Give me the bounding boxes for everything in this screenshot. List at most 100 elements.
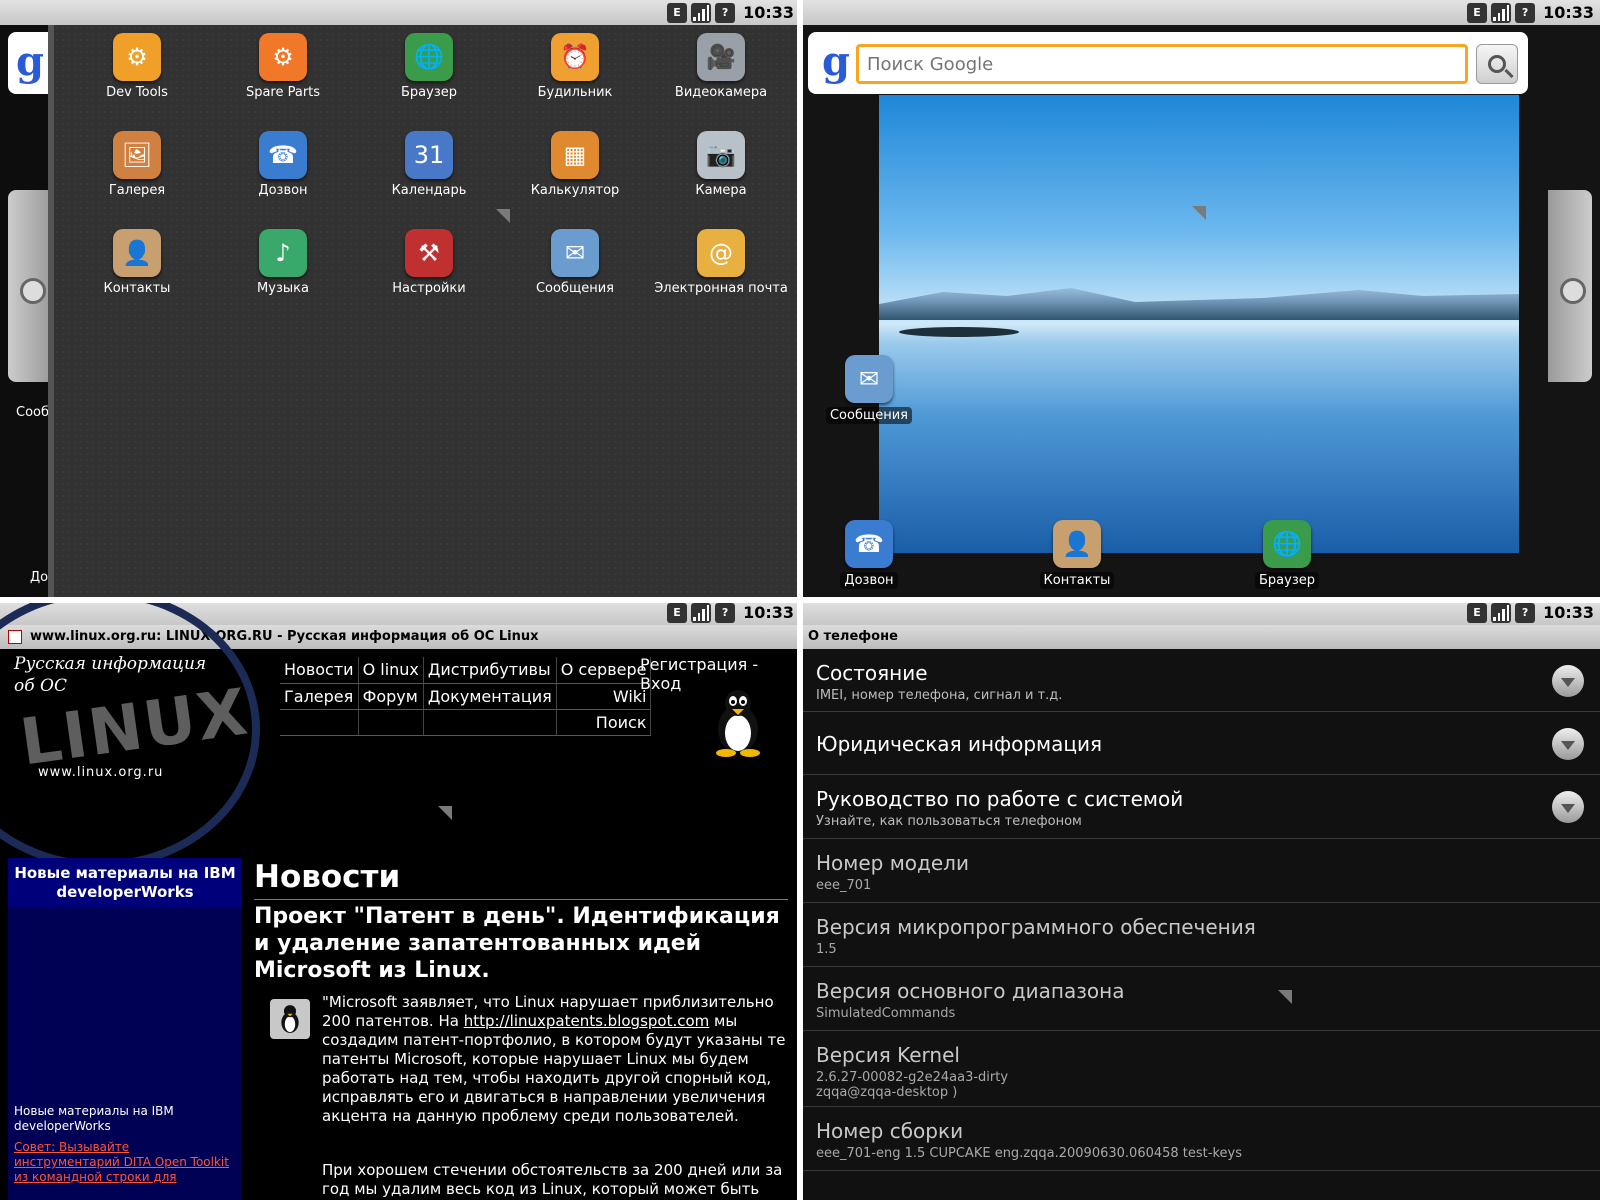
- music-icon: ♪: [259, 229, 307, 277]
- nav-link[interactable]: Документация: [423, 683, 557, 710]
- about-item[interactable]: Юридическая информация: [800, 712, 1600, 775]
- calendar-icon: 31: [405, 131, 453, 179]
- web-page[interactable]: Русская информация об ОС LINUX www.linux…: [0, 600, 800, 1200]
- calculator-icon: ▦: [551, 131, 599, 179]
- nav-link[interactable]: Галерея: [280, 683, 359, 710]
- status-bar: E ? 10:33: [800, 0, 1600, 25]
- app-gear-launcher[interactable]: ⚙ Dev Tools: [64, 25, 210, 123]
- app-music-launcher[interactable]: ♪ Музыка: [210, 221, 356, 319]
- about-item-summary-2: zqqa@zqqa-desktop ): [816, 1085, 958, 1100]
- status-bar: E ? 10:33: [800, 600, 1600, 625]
- app-contacts-launcher[interactable]: 👤 Контакты: [64, 221, 210, 319]
- news-heading: Новости: [254, 859, 401, 895]
- app-globe-launcher[interactable]: 🌐 Браузер: [356, 25, 502, 123]
- status-bar: E ? 10:33: [0, 0, 800, 25]
- about-item[interactable]: Версия Kernel 2.6.27-00082-g2e24aa3-dirty…: [800, 1031, 1600, 1107]
- app-alarm-clock-launcher[interactable]: ⏰ Будильник: [502, 25, 648, 123]
- about-item-summary: eee_701-eng 1.5 CUPCAKE eng.zqqa.2009063…: [816, 1146, 1242, 1161]
- about-item-title: Версия Kernel: [816, 1043, 960, 1067]
- divider-horizontal: [0, 597, 1600, 603]
- cursor-icon: [496, 209, 510, 223]
- app-label: Видеокамера: [674, 85, 768, 100]
- contacts-icon: 👤: [1053, 520, 1101, 568]
- home-shortcut-contacts[interactable]: 👤 Контакты: [1032, 520, 1122, 589]
- about-item[interactable]: Номер модели eee_701: [800, 839, 1600, 903]
- news-article-title[interactable]: Проект "Патент в день". Идентификация и …: [254, 903, 794, 984]
- edge-icon: E: [667, 602, 688, 623]
- news-external-link[interactable]: http://linuxpatents.blogspot.com: [464, 1012, 710, 1030]
- about-item-title: Руководство по работе с системой: [816, 787, 1184, 811]
- app-settings-launcher[interactable]: ⚒ Настройки: [356, 221, 502, 319]
- app-label: Календарь: [391, 183, 467, 198]
- app-camera-launcher[interactable]: 📷 Камера: [648, 123, 794, 221]
- status-time: 10:33: [743, 3, 794, 22]
- nav-link[interactable]: Поиск: [556, 709, 652, 736]
- search-button[interactable]: [1476, 44, 1518, 84]
- globe-icon: 🌐: [1263, 520, 1311, 568]
- gear-icon: ⚙: [113, 33, 161, 81]
- about-item[interactable]: Версия микропрограммного обеспечения 1.5: [800, 903, 1600, 967]
- gallery-icon: 🖼: [113, 131, 161, 179]
- edge-icon: E: [1467, 602, 1488, 623]
- app-gallery-launcher[interactable]: 🖼 Галерея: [64, 123, 210, 221]
- home-shortcut-messages[interactable]: ✉ Сообщения: [824, 355, 914, 424]
- app-label: Дозвон: [258, 183, 308, 198]
- drawer-handle[interactable]: [1548, 190, 1592, 382]
- app-calendar-launcher[interactable]: 31 Календарь: [356, 123, 502, 221]
- about-item-summary: SimulatedCommands: [816, 1006, 956, 1021]
- signal-icon: [1491, 602, 1512, 623]
- signal-icon: [691, 2, 712, 23]
- browser-screen: E ? 10:33 www.linux.org.ru: LINUX.ORG.RU…: [0, 600, 800, 1200]
- unknown-icon: ?: [1515, 602, 1536, 623]
- arrow-icon: [20, 278, 46, 304]
- nav-link: [358, 709, 424, 736]
- ibm-article-link[interactable]: Совет: Вызывайте инструментарий DITA Ope…: [14, 1140, 234, 1185]
- home-shortcut-globe[interactable]: 🌐 Браузер: [1242, 520, 1332, 589]
- home-shortcut-phone[interactable]: ☎ Дозвон: [824, 520, 914, 589]
- about-item-summary: Узнайте, как пользоваться телефоном: [816, 814, 1082, 829]
- app-label: Калькулятор: [530, 183, 620, 198]
- site-url: www.linux.org.ru: [38, 765, 164, 780]
- settings-icon: ⚒: [405, 229, 453, 277]
- site-nav: Новости О linux Дистрибутивы О сервере Галер…: [280, 657, 652, 736]
- site-tagline-line1: Русская информация: [14, 654, 207, 674]
- search-widget-peek[interactable]: g: [8, 32, 52, 94]
- app-label: Камера: [695, 183, 747, 198]
- gear-icon: ⚙: [259, 33, 307, 81]
- nav-link[interactable]: Дистрибутивы: [423, 657, 557, 684]
- about-item[interactable]: Руководство по работе с системой Узнайте,…: [800, 775, 1600, 839]
- unknown-icon: ?: [1515, 2, 1536, 23]
- app-phone-launcher[interactable]: ☎ Дозвон: [210, 123, 356, 221]
- phone-icon: ☎: [845, 520, 893, 568]
- app-gear-launcher[interactable]: ⚙ Spare Parts: [210, 25, 356, 123]
- app-grid: ⚙ Dev Tools ⚙ Spare Parts 🌐 Браузер ⏰ Будильник…: [64, 25, 794, 319]
- nav-link[interactable]: О linux: [358, 657, 424, 684]
- app-email-launcher[interactable]: @ Электронная почта: [648, 221, 794, 319]
- wallpaper-rocks: [899, 327, 1019, 337]
- about-item-summary: 1.5: [816, 942, 837, 957]
- nav-link[interactable]: Новости: [280, 657, 359, 684]
- app-label: Контакты: [1039, 572, 1115, 589]
- app-drawer-screen: E ? 10:33 g Сооб Доз ⚙ Dev Tools ⚙ Spare Pa…: [0, 0, 800, 600]
- alarm-clock-icon: ⏰: [551, 33, 599, 81]
- about-item[interactable]: Номер сборки eee_701-eng 1.5 CUPCAKE eng.…: [800, 1107, 1600, 1171]
- about-item[interactable]: Версия основного диапазона SimulatedComma…: [800, 967, 1600, 1031]
- search-input[interactable]: [856, 44, 1468, 84]
- tux-penguin-icon: [716, 690, 760, 757]
- about-item-summary: eee_701: [816, 878, 872, 893]
- app-video-camera-launcher[interactable]: 🎥 Видеокамера: [648, 25, 794, 123]
- search-icon: [1488, 55, 1506, 73]
- nav-link[interactable]: Форум: [358, 683, 424, 710]
- nav-link[interactable]: О сервере: [556, 657, 652, 684]
- home-screen: E ? 10:33 g ✉ Сообщения ☎ Дозвон 👤 Контакты 🌐 Б…: [800, 0, 1600, 600]
- about-item-title: Версия микропрограммного обеспечения: [816, 915, 1256, 939]
- about-item[interactable]: Состояние IMEI, номер телефона, сигнал и …: [800, 649, 1600, 712]
- video-camera-icon: 🎥: [697, 33, 745, 81]
- app-calculator-launcher[interactable]: ▦ Калькулятор: [502, 123, 648, 221]
- wallpaper-mountains: [879, 288, 1519, 320]
- app-messages-launcher[interactable]: ✉ Сообщения: [502, 221, 648, 319]
- drawer-handle[interactable]: [8, 190, 52, 382]
- nav-link[interactable]: Wiki: [556, 683, 652, 710]
- app-label: Контакты: [103, 281, 171, 296]
- chevron-down-icon: [1552, 728, 1584, 760]
